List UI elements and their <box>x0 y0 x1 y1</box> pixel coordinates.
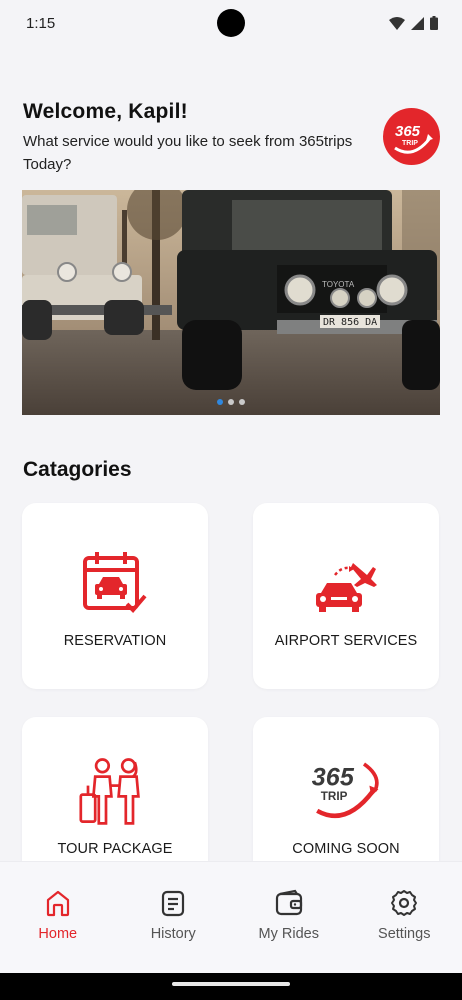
logo-text: 365 <box>395 123 421 140</box>
coming-logo-subtext: TRIP <box>321 790 348 803</box>
welcome-header: Welcome, Kapil! What service would you l… <box>23 100 363 176</box>
plate-text: DR 856 DA <box>323 317 377 328</box>
365-logo-icon: 365 TRIP <box>394 123 433 154</box>
carousel-dot-1[interactable] <box>217 399 223 405</box>
nav-label-home: Home <box>38 926 78 942</box>
category-label-tour-package: TOUR PACKAGE <box>57 841 173 857</box>
status-time: 1:15 <box>26 14 56 32</box>
category-card-reservation[interactable]: RESERVATION <box>22 503 208 689</box>
gear-icon <box>391 890 418 916</box>
categories-title: Catagories <box>23 458 132 481</box>
category-card-airport-services[interactable]: AIRPORT SERVICES <box>253 503 439 689</box>
signal-icon <box>411 16 424 30</box>
category-label-reservation: RESERVATION <box>63 633 167 649</box>
wallet-icon <box>275 889 302 916</box>
system-gesture-area <box>0 973 462 1000</box>
history-list-icon <box>162 890 185 917</box>
nav-label-history: History <box>150 926 196 942</box>
calendar-car-icon <box>79 547 151 619</box>
gesture-handle[interactable] <box>172 982 290 986</box>
car-airplane-icon <box>310 547 382 619</box>
nav-item-history[interactable]: History <box>116 862 232 973</box>
nav-label-settings: Settings <box>378 926 431 942</box>
battery-icon <box>430 16 438 30</box>
nav-item-settings[interactable]: Settings <box>347 862 462 973</box>
welcome-subtitle: What service would you like to seek from… <box>23 133 353 173</box>
brand-logo[interactable]: 365 TRIP <box>383 108 440 165</box>
home-icon <box>46 890 69 917</box>
logo-subtext: TRIP <box>402 140 418 147</box>
carousel-dot-3[interactable] <box>239 399 245 405</box>
wifi-icon <box>389 16 405 30</box>
carousel-dot-2[interactable] <box>228 399 234 405</box>
status-icons <box>389 16 438 30</box>
carousel-dots <box>22 399 440 405</box>
nav-label-my-rides: My Rides <box>258 926 319 942</box>
category-label-coming-soon: COMING SOON <box>292 841 400 857</box>
365-trip-logo-icon: 365 TRIP <box>310 755 382 827</box>
coming-logo-text: 365 <box>312 764 355 792</box>
promo-banner-carousel[interactable]: DR 856 DA TOYOTA <box>22 190 440 415</box>
banner-image: DR 856 DA TOYOTA <box>22 190 440 415</box>
bottom-navigation: Home History My Rides Settings <box>0 861 462 973</box>
camera-cutout <box>217 9 245 37</box>
brand-text: TOYOTA <box>322 280 355 289</box>
category-label-airport-services: AIRPORT SERVICES <box>274 633 418 649</box>
nav-item-my-rides[interactable]: My Rides <box>231 862 347 973</box>
nav-item-home[interactable]: Home <box>0 862 116 973</box>
travelers-icon <box>79 755 151 827</box>
welcome-title: Welcome, Kapil! <box>23 100 188 123</box>
